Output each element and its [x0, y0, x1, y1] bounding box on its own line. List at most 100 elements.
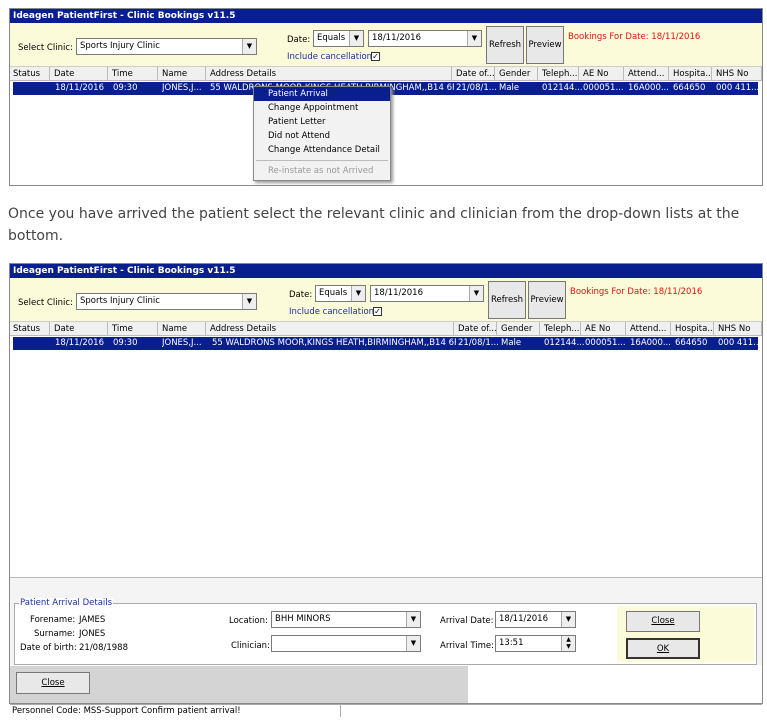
status-divider	[340, 705, 341, 717]
date-select[interactable]: 18/11/2016 ▼	[370, 285, 484, 302]
cell-name: JONES,J...	[162, 83, 202, 93]
col-hospital[interactable]: Hospita...	[670, 67, 712, 81]
chevron-down-icon[interactable]: ▼	[242, 39, 256, 54]
col-gender[interactable]: Gender	[496, 67, 538, 81]
arrival-ok-button[interactable]: OK	[626, 638, 700, 659]
col-nhs-no[interactable]: NHS No	[713, 67, 762, 81]
refresh-button[interactable]: Refresh	[488, 281, 526, 319]
col-address[interactable]: Address Details	[207, 67, 452, 81]
col-telephone[interactable]: Teleph...	[539, 67, 579, 81]
date-value: 18/11/2016	[374, 288, 423, 298]
table-header: Status Date Time Name Address Details Da…	[10, 67, 762, 81]
col-dob[interactable]: Date of...	[455, 322, 497, 336]
clinic-select[interactable]: Sports Injury Clinic ▼	[76, 38, 257, 55]
cell-telephone: 012144...	[542, 83, 582, 93]
preview-button[interactable]: Preview	[526, 26, 564, 64]
spinner-icon[interactable]: ▲ ▼	[561, 636, 575, 651]
col-dob[interactable]: Date of...	[453, 67, 495, 81]
window-title: Ideagen PatientFirst - Clinic Bookings v…	[10, 264, 762, 278]
date-label: Date:	[289, 290, 313, 300]
bookings-for-date: Bookings For Date: 18/11/2016	[568, 32, 701, 42]
arrival-time-label: Arrival Time:	[440, 641, 494, 651]
clinic-select[interactable]: Sports Injury Clinic ▼	[76, 293, 257, 310]
col-ae-no[interactable]: AE No	[582, 322, 626, 336]
table-header: Status Date Time Name Address Details Da…	[10, 322, 762, 336]
chevron-down-icon[interactable]: ▼	[406, 636, 420, 651]
col-date[interactable]: Date	[51, 322, 108, 336]
col-telephone[interactable]: Teleph...	[541, 322, 581, 336]
cell-date: 18/11/2016	[55, 83, 104, 93]
col-ae-no[interactable]: AE No	[580, 67, 624, 81]
include-cancellations-label: Include cancellations	[289, 307, 379, 317]
chevron-down-icon[interactable]: ▼	[351, 286, 365, 301]
chevron-down-icon[interactable]: ▼	[561, 612, 575, 627]
col-name[interactable]: Name	[159, 322, 206, 336]
cell-hospital: 664650	[673, 83, 706, 93]
cell-attendance: 16A000...	[628, 83, 669, 93]
refresh-button[interactable]: Refresh	[486, 26, 524, 64]
arrival-close-button[interactable]: Close	[626, 611, 700, 632]
chevron-down-icon[interactable]: ▼	[406, 612, 420, 627]
cell-hospital: 664650	[675, 338, 708, 348]
cell-nhs-no: 000 411...	[716, 83, 758, 93]
cell-address: 55 WALDRONS MOOR,KINGS HEATH,BIRMINGHAM,…	[212, 338, 456, 348]
include-cancellations-label: Include cancellations	[287, 52, 377, 62]
date-operator-select[interactable]: Equals ▼	[315, 285, 366, 302]
menu-item-patient-letter[interactable]: Patient Letter	[254, 115, 390, 129]
menu-item-did-not-attend[interactable]: Did not Attend	[254, 129, 390, 143]
forename-label: Forename:	[30, 615, 76, 625]
arrival-date-value: 18/11/2016	[499, 614, 548, 624]
dob-label: Date of birth:	[20, 643, 77, 653]
surname-label: Surname:	[34, 629, 76, 639]
menu-item-change-appointment[interactable]: Change Appointment	[254, 101, 390, 115]
dob-value: 21/08/1988	[79, 643, 128, 653]
cell-telephone: 012144...	[544, 338, 584, 348]
location-select[interactable]: BHH MINORS ▼	[271, 611, 421, 628]
arrival-time-value: 13:51	[499, 638, 524, 648]
cell-ae-no: 000051...	[585, 338, 626, 348]
menu-item-patient-arrival[interactable]: Patient Arrival	[254, 87, 390, 101]
col-hospital[interactable]: Hospita...	[672, 322, 714, 336]
col-attendance[interactable]: Attend...	[627, 322, 671, 336]
status-text: Personnel Code: MSS-Support Confirm pati…	[12, 706, 241, 716]
cell-date: 18/11/2016	[55, 338, 104, 348]
include-cancellations-checkbox[interactable]: ✓	[373, 307, 382, 316]
col-time[interactable]: Time	[109, 322, 158, 336]
menu-item-reinstate: Re-instate as not Arrived	[268, 166, 374, 176]
date-operator-select[interactable]: Equals ▼	[313, 30, 364, 47]
cell-name: JONES,J...	[162, 338, 202, 348]
col-time[interactable]: Time	[109, 67, 158, 81]
select-clinic-label: Select Clinic:	[18, 43, 73, 53]
cell-time: 09:30	[113, 83, 138, 93]
table-row[interactable]: 18/11/2016 09:30 JONES,J... 55 WALDRONS …	[13, 337, 758, 350]
chevron-down-icon[interactable]: ▼	[242, 294, 256, 309]
surname-value: JONES	[79, 629, 106, 639]
col-nhs-no[interactable]: NHS No	[715, 322, 762, 336]
arrival-date-label: Arrival Date:	[440, 616, 494, 626]
chevron-down-icon[interactable]: ▼	[469, 286, 483, 301]
clinician-select[interactable]: ▼	[271, 635, 421, 652]
chevron-down-icon[interactable]: ▼	[349, 31, 363, 46]
clinician-label: Clinician:	[231, 641, 270, 651]
status-bar: Personnel Code: MSS-Support Confirm pati…	[10, 704, 762, 717]
col-date[interactable]: Date	[51, 67, 108, 81]
chevron-down-icon[interactable]: ▼	[467, 31, 481, 46]
date-select[interactable]: 18/11/2016 ▼	[368, 30, 482, 47]
arrival-time-spinner[interactable]: 13:51 ▲ ▼	[495, 635, 576, 652]
toolbar: Select Clinic: Sports Injury Clinic ▼ Dat…	[10, 23, 762, 67]
menu-item-change-attendance-detail[interactable]: Change Attendance Detail	[254, 143, 390, 157]
preview-button[interactable]: Preview	[528, 281, 566, 319]
clinic-bookings-window-2: Ideagen PatientFirst - Clinic Bookings v…	[9, 263, 763, 704]
col-attendance[interactable]: Attend...	[625, 67, 669, 81]
col-gender[interactable]: Gender	[498, 322, 540, 336]
close-button[interactable]: Close	[16, 672, 90, 694]
forename-value: JAMES	[79, 615, 106, 625]
cell-dob: 21/08/1...	[458, 338, 499, 348]
col-status[interactable]: Status	[10, 67, 50, 81]
col-address[interactable]: Address Details	[207, 322, 454, 336]
col-name[interactable]: Name	[159, 67, 206, 81]
arrival-date-select[interactable]: 18/11/2016 ▼	[495, 611, 576, 628]
include-cancellations-checkbox[interactable]: ✓	[371, 52, 380, 61]
select-clinic-label: Select Clinic:	[18, 298, 73, 308]
col-status[interactable]: Status	[10, 322, 50, 336]
